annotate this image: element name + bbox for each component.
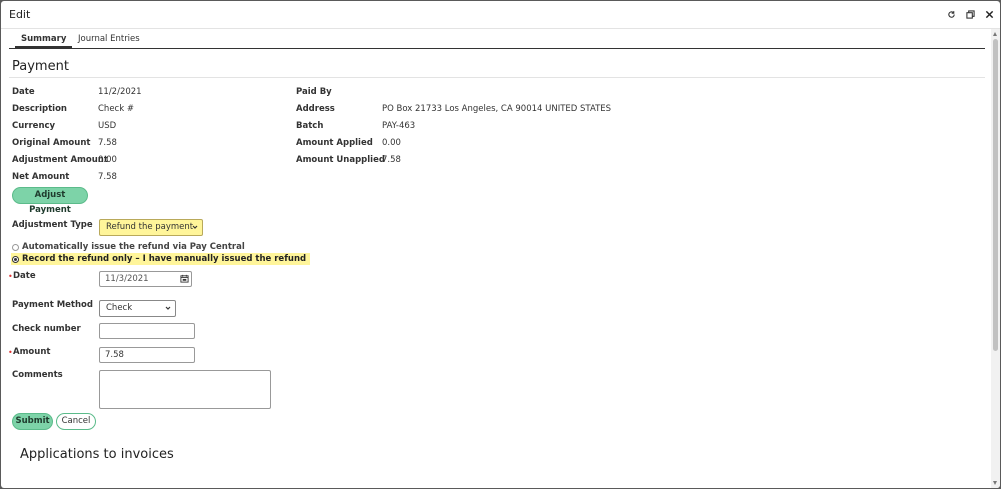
payment-method-value: Check: [106, 303, 133, 313]
original-amount-label: Original Amount: [12, 138, 91, 148]
chevron-down-icon: [165, 306, 171, 310]
dialog-content: Summary Journal Entries Payment Date 11/…: [1, 29, 991, 488]
adjustment-amount-value: 0.00: [98, 155, 117, 165]
radio-manual-label: Record the refund only – I have manually…: [22, 254, 307, 264]
check-number-input[interactable]: [99, 323, 195, 339]
tab-journal-entries[interactable]: Journal Entries: [78, 34, 140, 44]
date-value: 11/2/2021: [98, 87, 142, 97]
tab-summary[interactable]: Summary: [15, 34, 73, 49]
tab-bar: Summary Journal Entries: [9, 32, 985, 49]
radio-button-manual[interactable]: [12, 255, 19, 263]
applications-heading: Applications to invoices: [20, 447, 174, 462]
amount-input[interactable]: 7.58: [99, 347, 195, 363]
adjustment-amount-label: Adjustment Amount: [12, 155, 108, 165]
scroll-up-icon[interactable]: [993, 32, 997, 36]
radio-auto-refund[interactable]: Automatically issue the refund via Pay C…: [12, 242, 245, 252]
adjustment-type-label: Adjustment Type: [12, 220, 93, 230]
paid-by-label: Paid By: [296, 87, 332, 97]
check-number-label: Check number: [12, 324, 81, 334]
description-value: Check #: [98, 104, 134, 114]
required-marker: •: [8, 272, 13, 281]
adjust-payment-button[interactable]: Adjust Payment: [12, 187, 88, 215]
payment-heading: Payment: [12, 59, 69, 74]
currency-label: Currency: [12, 121, 56, 131]
net-amount-value: 7.58: [98, 172, 117, 182]
dialog-title: Edit: [9, 8, 31, 21]
adjustment-type-value: Refund the payment: [106, 222, 194, 232]
submit-button[interactable]: Submit: [12, 413, 53, 430]
amount-unapplied-value: 7.58: [382, 155, 401, 165]
refund-date-label: Date: [13, 271, 36, 281]
radio-auto-label: Automatically issue the refund via Pay C…: [22, 242, 245, 252]
edit-dialog: Edit Summary Journal Entries Payment Dat…: [1, 1, 1000, 488]
original-amount-value: 7.58: [98, 138, 117, 148]
net-amount-label: Net Amount: [12, 172, 70, 182]
restore-window-icon[interactable]: [965, 8, 975, 20]
comments-label: Comments: [12, 370, 63, 380]
amount-label: Amount: [13, 347, 51, 357]
amount-unapplied-label: Amount Unapplied: [296, 155, 385, 165]
scroll-down-icon[interactable]: [993, 481, 997, 485]
comments-textarea[interactable]: [99, 370, 271, 409]
batch-label: Batch: [296, 121, 324, 131]
date-label: Date: [12, 87, 35, 97]
amount-applied-value: 0.00: [382, 138, 401, 148]
refund-date-value: 11/3/2021: [105, 274, 149, 284]
address-value: PO Box 21733 Los Angeles, CA 90014 UNITE…: [382, 104, 612, 114]
address-label: Address: [296, 104, 335, 114]
adjustment-type-select[interactable]: Refund the payment: [99, 219, 203, 236]
payment-method-select[interactable]: Check: [99, 300, 176, 317]
radio-button-auto[interactable]: [12, 243, 19, 251]
currency-value: USD: [98, 121, 117, 131]
divider: [9, 77, 985, 78]
required-marker: •: [8, 348, 13, 357]
title-bar: Edit: [1, 1, 1000, 29]
vertical-scrollbar[interactable]: [991, 29, 1000, 488]
chevron-down-icon: [192, 225, 198, 229]
calendar-icon[interactable]: [180, 274, 189, 283]
description-label: Description: [12, 104, 67, 114]
scrollbar-thumb[interactable]: [993, 39, 998, 351]
refresh-icon[interactable]: [946, 8, 956, 20]
batch-value: PAY-463: [382, 121, 416, 131]
refund-date-input[interactable]: 11/3/2021: [99, 271, 192, 287]
cancel-button[interactable]: Cancel: [56, 413, 96, 430]
close-icon[interactable]: [984, 8, 994, 20]
payment-method-label: Payment Method: [12, 300, 93, 310]
radio-manual-refund[interactable]: Record the refund only – I have manually…: [11, 253, 311, 265]
amount-applied-label: Amount Applied: [296, 138, 373, 148]
